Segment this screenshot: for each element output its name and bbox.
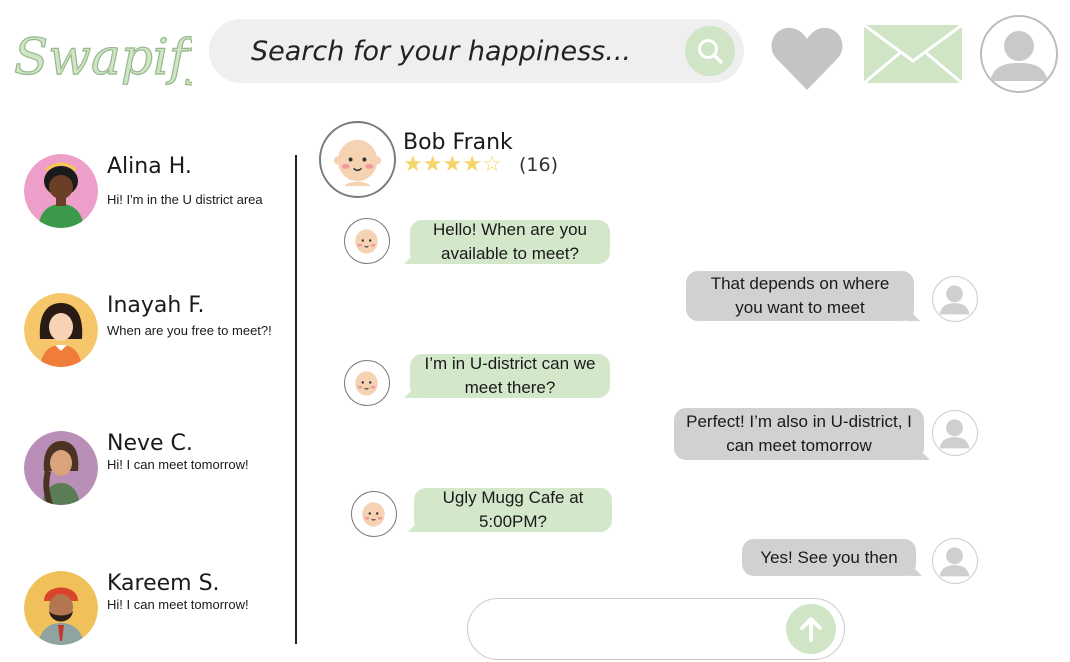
rating-stars: ★ ★ ★ ★ ☆ (403, 152, 502, 176)
search-icon (698, 39, 723, 64)
search-input[interactable] (251, 29, 671, 73)
user-profile-icon (990, 31, 1048, 81)
partner-avatar-small (344, 360, 390, 406)
message-composer (467, 598, 845, 660)
avatar (24, 154, 98, 228)
contact-kareem[interactable]: Kareem S. Hi! I can meet tomorrow! (24, 571, 294, 651)
star-filled-icon: ★ (422, 151, 443, 176)
message-bubble-outgoing: That depends on where you want to meet (686, 271, 914, 321)
avatar (24, 431, 98, 505)
message-bubble-incoming: I’m in U-district can we meet there? (410, 354, 610, 398)
user-avatar-small (932, 276, 978, 322)
heart-icon[interactable] (770, 24, 844, 92)
arrow-up-icon (800, 617, 822, 642)
contact-preview: Hi! I can meet tomorrow! (107, 597, 249, 612)
contact-name: Kareem S. (107, 571, 220, 596)
contact-alina[interactable]: Alina H. Hi! I'm in the U district area (24, 154, 294, 234)
message-input[interactable] (492, 613, 772, 645)
partner-avatar (319, 121, 396, 198)
send-button[interactable] (786, 604, 836, 654)
message-bubble-incoming: Ugly Mugg Cafe at 5:00PM? (414, 488, 612, 532)
partner-avatar-small (351, 491, 397, 537)
message-bubble-outgoing: Yes! See you then (742, 539, 916, 576)
contact-name: Inayah F. (107, 293, 205, 318)
user-avatar-small (932, 410, 978, 456)
contact-neve[interactable]: Neve C. Hi! I can meet tomorrow! (24, 431, 294, 511)
avatar (24, 571, 98, 645)
contact-name: Alina H. (107, 154, 192, 179)
search-bar (209, 19, 744, 83)
star-empty-icon: ☆ (481, 151, 502, 176)
star-filled-icon: ★ (462, 151, 482, 176)
review-count: (16) (519, 154, 559, 176)
contact-name: Neve C. (107, 431, 193, 456)
search-button[interactable] (685, 26, 735, 76)
profile-button[interactable] (980, 15, 1058, 93)
partner-avatar-small (344, 218, 390, 264)
message-bubble-incoming: Hello! When are you available to meet? (410, 220, 610, 264)
star-filled-icon: ★ (403, 151, 423, 176)
svg-text:Swapify: Swapify (14, 28, 192, 86)
star-filled-icon: ★ (442, 151, 463, 176)
contact-inayah[interactable]: Inayah F. When are you free to meet?! (24, 293, 294, 373)
user-avatar-small (932, 538, 978, 584)
contact-preview: Hi! I can meet tomorrow! (107, 457, 249, 472)
app-logo: Swapify (13, 27, 192, 86)
message-bubble-outgoing: Perfect! I’m also in U-district, I can m… (674, 408, 924, 460)
contact-preview: Hi! I'm in the U district area (107, 192, 263, 207)
avatar (24, 293, 98, 367)
mail-icon[interactable] (863, 24, 963, 84)
sidebar-divider (295, 155, 297, 644)
contact-preview: When are you free to meet?! (107, 323, 272, 338)
